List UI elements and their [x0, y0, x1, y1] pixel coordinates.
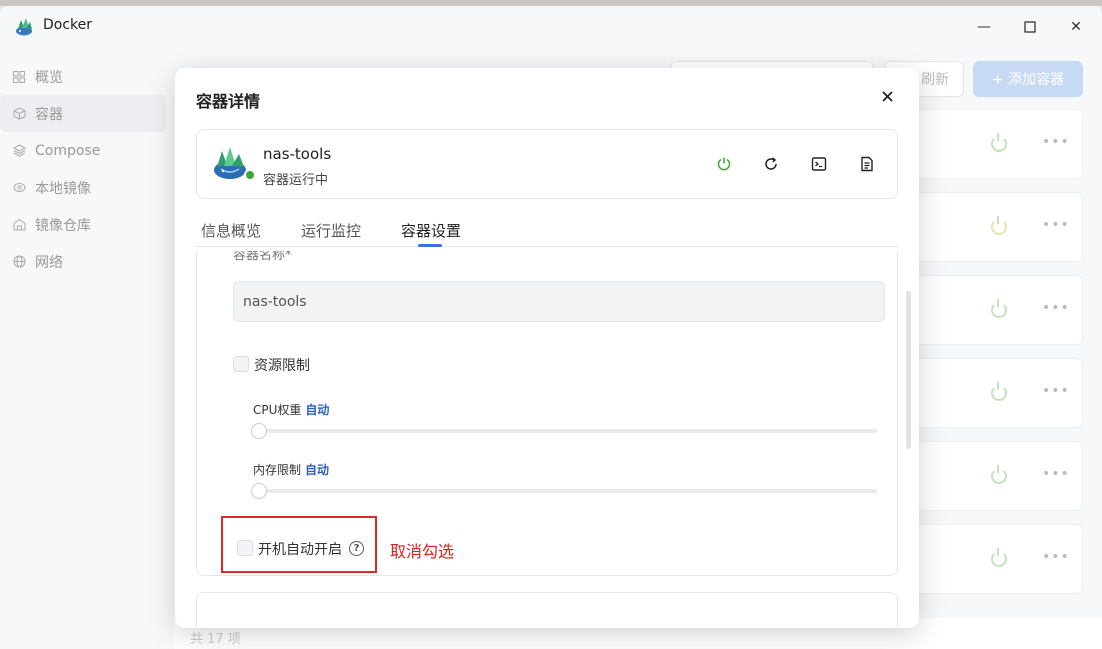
restart-button[interactable]	[761, 154, 781, 174]
memory-limit-label: 内存限制 自动	[253, 463, 330, 477]
settings-scrollbar[interactable]	[906, 291, 911, 449]
memory-limit-track[interactable]	[259, 489, 877, 493]
cube-icon	[12, 107, 26, 121]
annotation-highlight-box	[221, 516, 377, 573]
minimize-button[interactable]: —	[973, 16, 995, 38]
more-icon[interactable]: •••	[1042, 134, 1070, 150]
sidebar-item-overview[interactable]: 概览	[0, 58, 170, 95]
globe-icon	[12, 255, 26, 269]
sidebar-item-compose[interactable]: Compose	[0, 132, 170, 169]
sidebar: 概览 容器 Compose 本地镜像 镜像仓库 网络	[0, 58, 170, 280]
sidebar-item-local-images[interactable]: 本地镜像	[0, 169, 170, 206]
annotation-text: 取消勾选	[390, 542, 455, 561]
container-row[interactable]: •••	[905, 192, 1083, 262]
logs-icon	[861, 156, 873, 172]
more-icon[interactable]: •••	[1042, 549, 1070, 565]
sidebar-item-label: 网络	[35, 254, 63, 271]
power-icon[interactable]	[991, 465, 1007, 484]
grid-icon	[12, 70, 26, 84]
dialog-title: 容器详情	[196, 92, 261, 111]
cpu-weight-track[interactable]	[259, 429, 877, 433]
layers-icon	[12, 144, 26, 158]
power-icon[interactable]	[991, 382, 1007, 401]
sidebar-item-image-registry[interactable]: 镜像仓库	[0, 206, 170, 243]
container-header-card: nas-tools 容器运行中	[196, 129, 898, 199]
container-row[interactable]: •••	[905, 524, 1083, 594]
more-icon[interactable]: •••	[1042, 217, 1070, 233]
detail-tabs: 信息概览 运行监控 容器设置	[196, 213, 898, 247]
container-row[interactable]: •••	[905, 358, 1083, 428]
more-icon[interactable]: •••	[1042, 466, 1070, 482]
tab-overview[interactable]: 信息概览	[201, 220, 261, 241]
sidebar-item-label: Compose	[35, 142, 101, 159]
maximize-button[interactable]	[1019, 16, 1041, 38]
tab-monitoring[interactable]: 运行监控	[301, 220, 361, 241]
disc-icon	[12, 181, 26, 195]
warehouse-icon	[12, 218, 26, 232]
container-row[interactable]: •••	[905, 275, 1083, 345]
more-icon[interactable]: •••	[1042, 383, 1070, 399]
power-button[interactable]	[714, 154, 734, 174]
sidebar-item-network[interactable]: 网络	[0, 243, 170, 280]
power-icon[interactable]	[991, 133, 1007, 152]
cpu-weight-label: CPU权重 自动	[253, 403, 330, 417]
title-bar: Docker — ✕	[0, 6, 1102, 46]
terminal-icon	[811, 157, 827, 171]
power-icon[interactable]	[991, 299, 1007, 318]
memory-limit-slider-handle[interactable]	[251, 483, 267, 499]
container-name-label: 容器名称*	[233, 251, 292, 263]
terminal-button[interactable]	[809, 154, 829, 174]
dialog-footer-card	[196, 592, 898, 632]
cpu-weight-value: 自动	[305, 403, 330, 417]
dialog-close-button[interactable]	[880, 89, 894, 103]
close-icon	[881, 90, 893, 102]
tab-settings[interactable]: 容器设置	[401, 220, 461, 241]
docker-app-icon	[16, 18, 32, 36]
power-icon[interactable]	[991, 548, 1007, 567]
container-name: nas-tools	[263, 145, 332, 163]
logs-button[interactable]	[857, 154, 877, 174]
sidebar-item-label: 概览	[35, 69, 63, 86]
sidebar-item-label: 容器	[35, 106, 63, 123]
sidebar-item-label: 本地镜像	[35, 180, 91, 197]
sidebar-item-label: 镜像仓库	[35, 217, 91, 234]
resource-limit-label: 资源限制	[254, 358, 310, 374]
restart-icon	[765, 157, 777, 170]
running-status-dot	[244, 169, 256, 181]
power-icon	[717, 157, 731, 171]
memory-limit-value: 自动	[305, 463, 330, 477]
more-icon[interactable]: •••	[1042, 300, 1070, 316]
maximize-icon	[1024, 21, 1036, 33]
sidebar-item-containers[interactable]: 容器	[0, 95, 166, 132]
window-close-button[interactable]: ✕	[1065, 16, 1087, 38]
app-title: Docker	[43, 17, 93, 33]
active-tab-indicator	[418, 244, 442, 247]
add-container-button[interactable]: + 添加容器	[973, 61, 1083, 97]
container-row[interactable]: •••	[905, 441, 1083, 511]
power-icon[interactable]	[991, 216, 1007, 235]
container-status: 容器运行中	[263, 173, 329, 188]
container-name-input[interactable]	[233, 281, 885, 322]
container-row[interactable]: •••	[905, 109, 1083, 179]
resource-limit-checkbox[interactable]	[233, 356, 249, 372]
nas-tools-logo	[214, 147, 246, 179]
cpu-weight-slider-handle[interactable]	[251, 423, 267, 439]
